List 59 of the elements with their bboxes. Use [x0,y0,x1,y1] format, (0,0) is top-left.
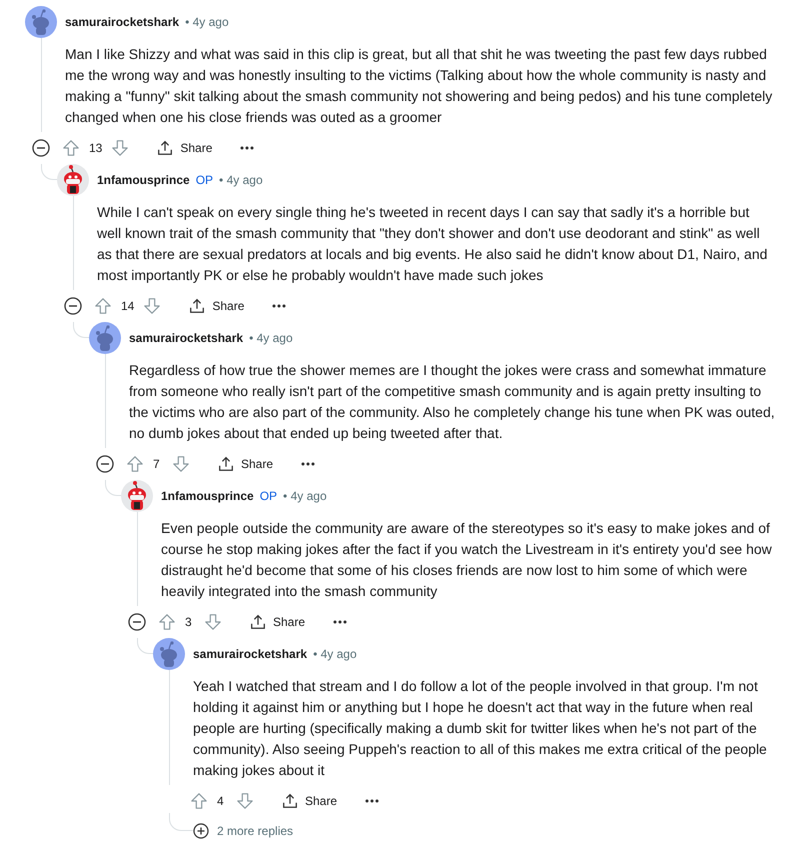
username[interactable]: samurairocketshark [129,331,244,345]
collapse-button[interactable] [32,139,50,157]
collapse-button[interactable] [128,613,146,631]
expand-icon [193,823,209,839]
timestamp: • 4y ago [219,173,263,187]
comment-text: Regardless of how true the shower memes are I thought the jokes were crass and somewhat immature from someone who really isn't part of the competitive smash community and is again pretty insulting to the victims who are also part of the community. Also he completely change his tune when PK was outed, no dumb jokes about that ended up being tweeted after that. [129,361,776,443]
avatar-icon [25,6,57,38]
thread-line [169,813,193,831]
collapse-button[interactable] [64,297,82,315]
upvote-icon [126,455,144,473]
op-label: OP [260,489,278,503]
vote-count: 14 [121,299,134,313]
comment-text: While I can't speak on every single thing he's tweeted in recent days I can say that sadly it's a horrible but well known trait of the smash community that "they don't shower and don't use deodorant and stink" as well as that there are sexual predators at locals and big events. He also said he didn't know about D1, Nairo, and most importantly PK or else he probably wouldn't have made such jokes [97,203,768,285]
comment-text: Yeah I watched that stream and I do follow a lot of the people involved in that group. I'm not holding it against him or anything but I hope he doesn't act that way in the future when real people are hurting (specifically making a dumb skit for twitter likes when he's not part of the community). Also seeing Puppeh's reaction to all of this makes me extra critical of the people making jokes about it [193,677,768,780]
upvote-icon [158,613,176,631]
username[interactable]: 1nfamousprince [97,173,190,187]
upvote-icon [190,792,208,810]
share-button[interactable]: Share [239,607,316,637]
username[interactable]: 1nfamousprince [161,489,254,503]
downvote-icon [236,792,254,810]
avatar-icon [57,164,89,196]
timestamp: • 4y ago [185,15,229,29]
more-replies-button[interactable]: 2 more replies [193,823,294,839]
downvote-icon [111,139,130,157]
share-icon [281,792,299,810]
collapse-button[interactable] [96,455,114,473]
share-icon [156,139,174,157]
downvote-icon [204,613,222,631]
timestamp: • 4y ago [313,647,357,661]
timestamp: • 4y ago [249,331,293,345]
avatar-icon [89,322,121,354]
op-label: OP [196,173,214,187]
downvote-icon [143,297,162,315]
more-icon [272,304,286,308]
more-icon [333,620,348,624]
vote-count: 7 [153,457,161,471]
share-icon [217,455,235,473]
avatar-icon [121,480,153,512]
share-button[interactable]: Share [146,133,222,163]
comment-text: Even people outside the community are aware of the stereotypes so it's easy to make jokes and of course he stop making jokes after the fact if you watch the Livestream in it's entirety you'd see how distraught he'd become that some of his closes friends are now lost to him some of which were heavily integrated into the smash community [161,519,773,601]
vote-count: 13 [89,141,102,155]
comment-text: Man I like Shizzy and what was said in this clip is great, but all that shit he was tweeting the past few days rubbed me the wrong way and was honestly insulting to the victims (Talking about how the whole community is nasty and making a "funny" skit talking about the smash community not showering and being pedos) and his tune completely changed when one his close friends was outed as a groomer [65,45,774,127]
avatar-icon [153,638,185,670]
share-icon [188,297,206,315]
share-icon [249,613,267,631]
timestamp: • 4y ago [283,489,327,503]
downvote-icon [172,455,190,473]
share-button[interactable]: Share [178,291,254,321]
upvote-icon [62,139,80,157]
more-icon [365,799,380,803]
username[interactable]: samurairocketshark [65,15,180,29]
share-button[interactable]: Share [207,449,284,479]
vote-count: 3 [185,615,193,629]
more-icon [240,146,254,150]
more-icon [301,462,316,466]
username[interactable]: samurairocketshark [193,647,308,661]
vote-count: 4 [217,794,225,808]
upvote-icon [94,297,112,315]
share-button[interactable]: Share [271,786,348,816]
